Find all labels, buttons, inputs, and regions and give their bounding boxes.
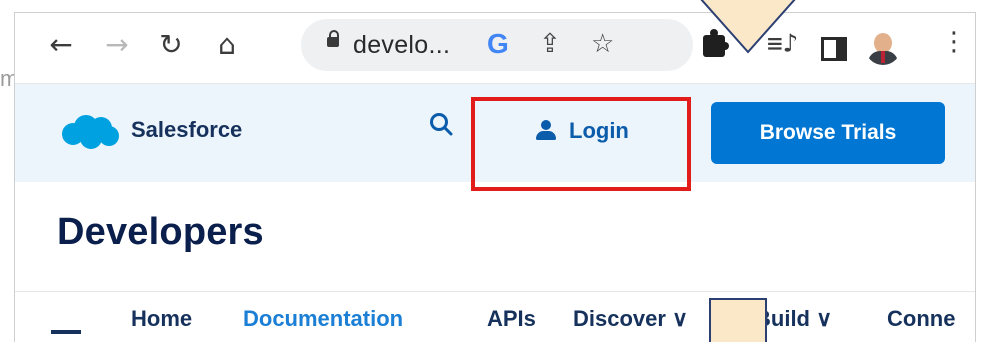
site-header: Salesforce Login Browse Trials	[15, 84, 975, 191]
reload-icon: ↻	[159, 28, 183, 61]
browse-trials-button[interactable]: Browse Trials	[711, 102, 945, 164]
kebab-menu-icon[interactable]: ⋮	[941, 27, 967, 57]
secondary-nav: Home Documentation APIs Discover ∨ Build…	[15, 291, 975, 342]
login-link[interactable]: Login	[535, 114, 629, 148]
avatar-tie	[881, 51, 885, 63]
star-icon[interactable]: ☆	[591, 29, 614, 59]
home-icon: ⌂	[218, 28, 236, 61]
browser-toolbar: ← → ↻ ⌂ develo... G ⇪ ☆ ≡♪ ⋮	[15, 13, 975, 84]
user-icon-head	[541, 120, 551, 130]
home-button[interactable]: ⌂	[207, 25, 247, 65]
page-title: Developers	[57, 211, 264, 253]
user-icon	[535, 120, 557, 142]
screenshot: m ← → ↻ ⌂ develo... G ⇪ ☆ ≡♪ ⋮ Salesforc…	[0, 0, 982, 342]
browser-window: ← → ↻ ⌂ develo... G ⇪ ☆ ≡♪ ⋮ Salesforce …	[14, 12, 976, 342]
avatar-face	[874, 33, 892, 53]
nav-discover[interactable]: Discover ∨	[573, 306, 688, 332]
nav-home[interactable]: Home	[131, 306, 192, 332]
arrow-right-icon: →	[105, 28, 129, 61]
salesforce-cloud-logo[interactable]	[59, 114, 121, 150]
google-lens-icon[interactable]: G	[487, 28, 509, 60]
callout-pointer-shape	[700, 0, 796, 54]
url-text[interactable]: develo...	[353, 31, 450, 60]
forward-button[interactable]: →	[97, 25, 137, 65]
search-icon[interactable]	[429, 112, 453, 136]
share-icon[interactable]: ⇪	[539, 29, 561, 59]
back-button[interactable]: ←	[41, 25, 81, 65]
nav-connect[interactable]: Conne	[887, 306, 955, 332]
side-panel-icon[interactable]	[821, 37, 847, 61]
avatar[interactable]	[865, 29, 901, 65]
nav-documentation[interactable]: Documentation	[243, 306, 403, 332]
brand-name[interactable]: Salesforce	[131, 117, 242, 143]
hamburger-line	[51, 330, 81, 334]
callout-box-shape	[709, 298, 767, 342]
nav-apis[interactable]: APIs	[487, 306, 536, 332]
lock-icon[interactable]	[327, 30, 339, 47]
login-label: Login	[569, 118, 629, 143]
address-bar[interactable]: develo... G ⇪ ☆	[301, 19, 693, 71]
reload-button[interactable]: ↻	[151, 25, 191, 65]
user-icon-body	[536, 131, 556, 140]
arrow-left-icon: ←	[49, 28, 73, 61]
hamburger-menu-icon[interactable]	[51, 322, 81, 342]
